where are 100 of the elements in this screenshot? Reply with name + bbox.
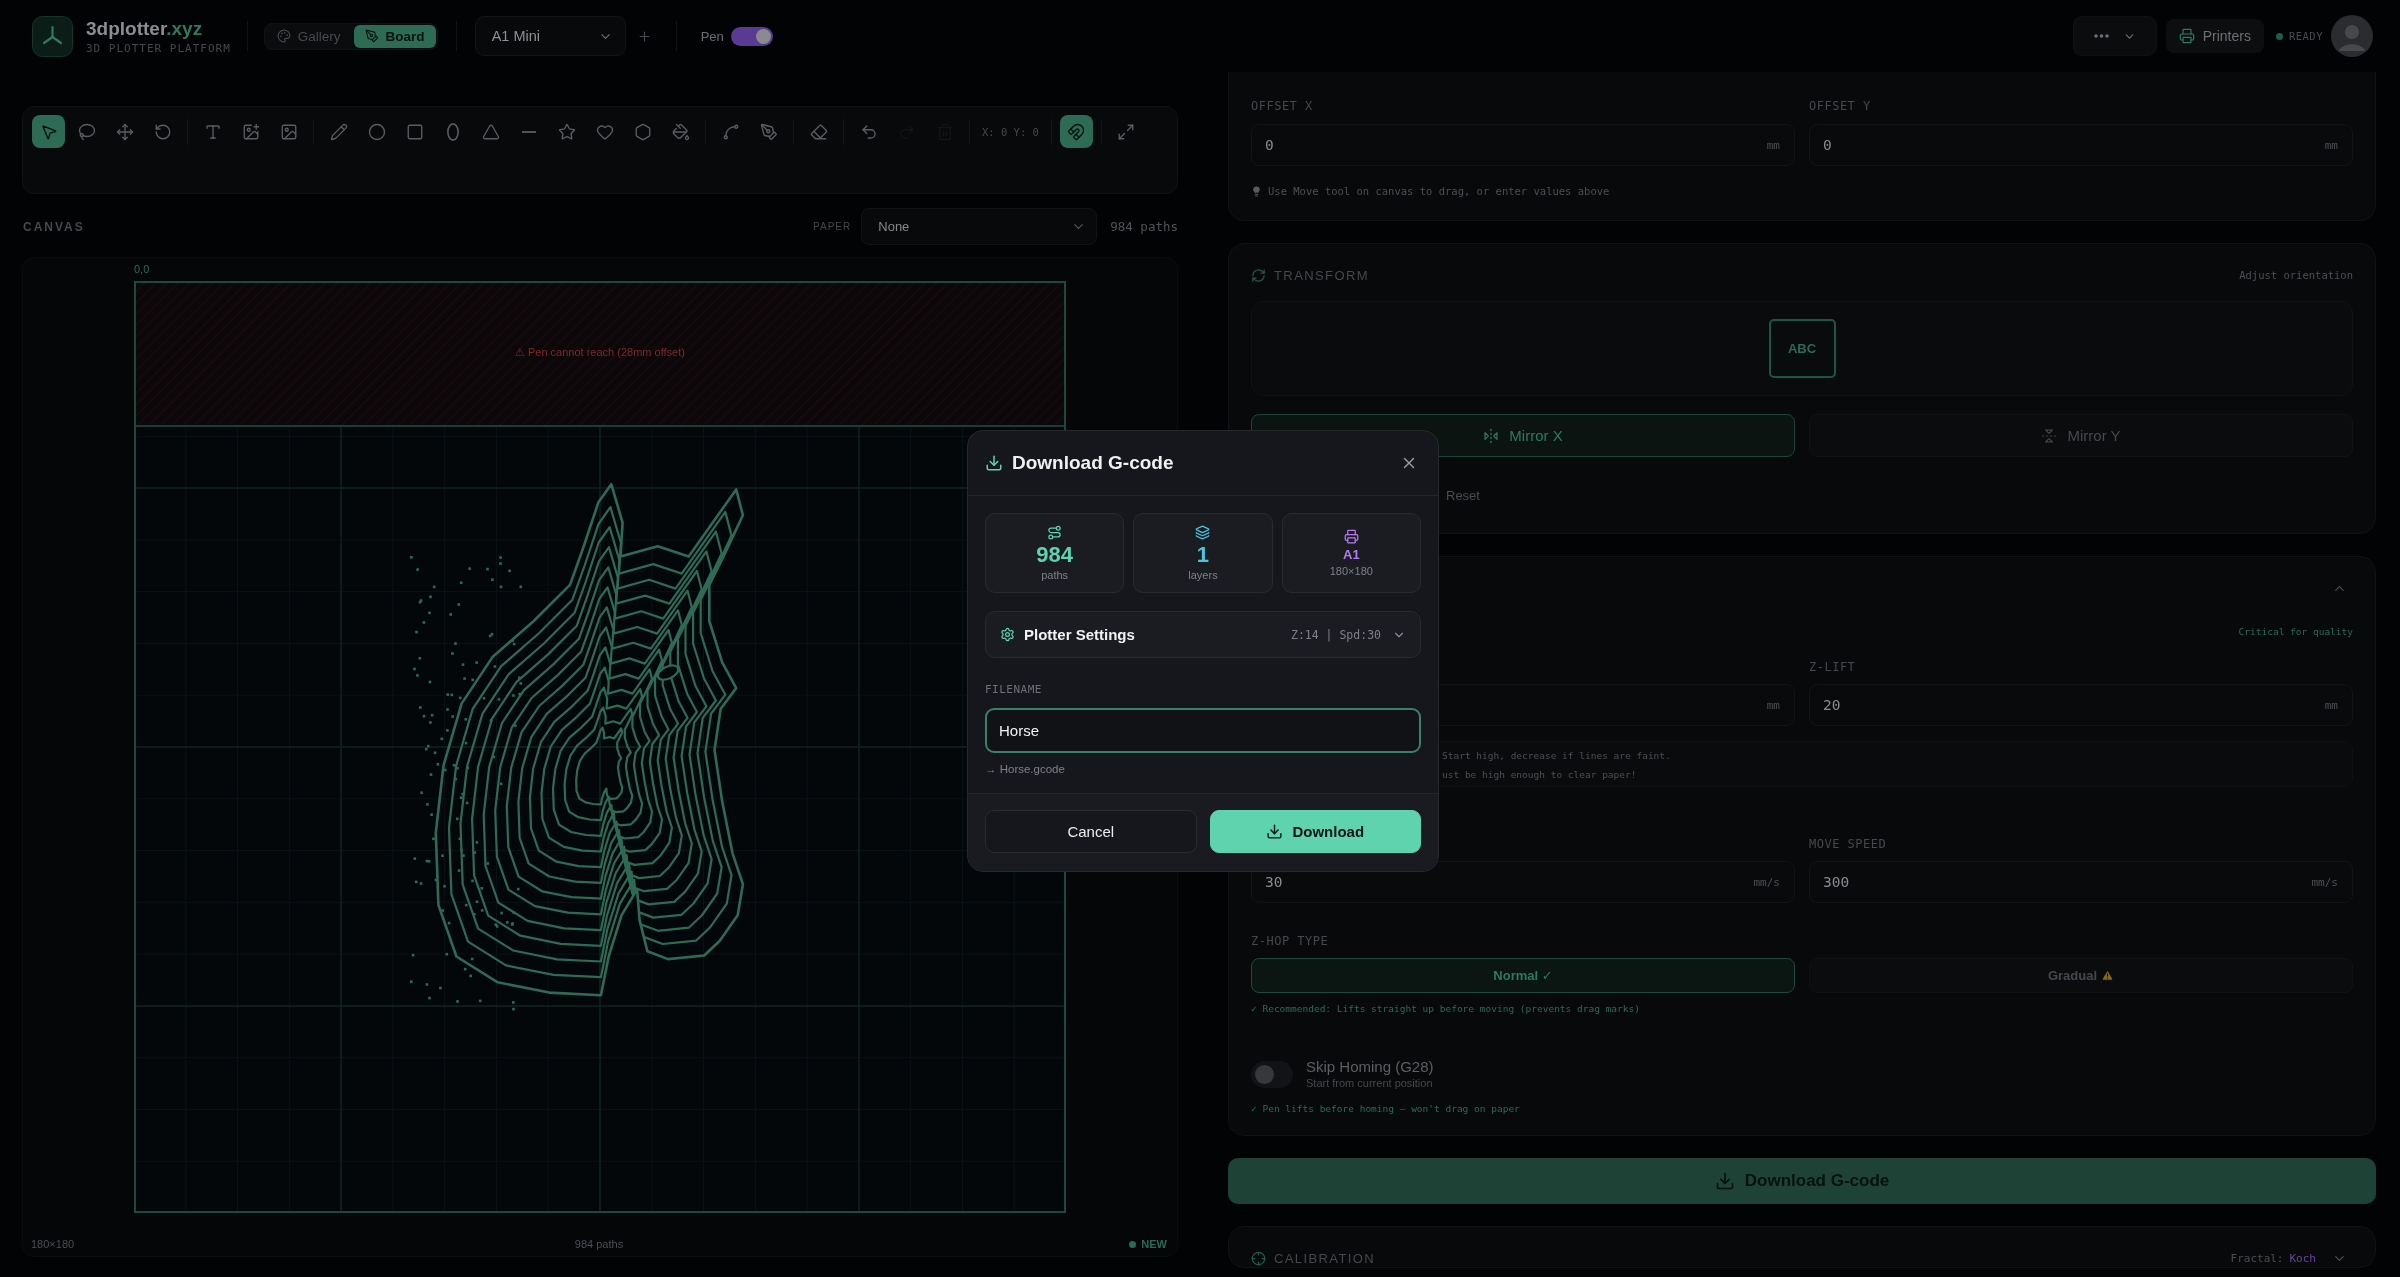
stat-caption: layers xyxy=(1188,568,1218,582)
input-field[interactable]: 0 mm xyxy=(1809,124,2353,166)
output-filename: → Horse.gcode xyxy=(985,762,1066,776)
hint-text: Use Move tool on canvas to drag, or enter values above xyxy=(1268,185,1610,197)
setting-description: Start from current position xyxy=(1306,1076,1434,1090)
stat-caption: paths xyxy=(1041,568,1069,582)
unit-label: mm xyxy=(2324,138,2338,152)
star-icon xyxy=(557,122,576,141)
move-icon xyxy=(115,122,134,141)
rotate-icon xyxy=(153,122,172,141)
flip-horizontal-icon xyxy=(1483,427,1500,444)
path-count: 984 paths xyxy=(1110,219,1178,234)
printer-select[interactable]: A1 Mini xyxy=(474,16,626,56)
hint-text: ✓ Pen lifts before homing — won't drag on paper xyxy=(1251,1102,1520,1114)
cancel-button[interactable]: Cancel xyxy=(985,810,1197,853)
paper-label: PAPER xyxy=(813,221,852,232)
card-subtitle: Adjust orientation xyxy=(2239,269,2353,281)
maximize-icon xyxy=(1117,122,1136,141)
circle-icon xyxy=(367,122,386,141)
lightbulb-icon xyxy=(1251,185,1262,197)
status-dot-icon xyxy=(2275,32,2283,40)
dialog-title: Download G-code xyxy=(1012,452,1174,474)
route-icon xyxy=(1047,524,1063,540)
pen-tool-icon xyxy=(759,122,778,141)
canvas-size: 180×180 xyxy=(31,1237,75,1251)
field-label: OFFSET Y xyxy=(1809,99,1872,114)
hint-text: ust be high enough to clear paper! xyxy=(1442,768,1638,782)
warning-text: ⚠ Pen cannot reach (28mm offset) xyxy=(515,346,685,358)
undo-icon xyxy=(859,122,878,141)
origin-label: 0,0 xyxy=(134,263,150,275)
app-tagline: 3D PLOTTER PLATFORM xyxy=(86,41,231,55)
printer-icon xyxy=(2178,28,2195,44)
printers-button[interactable]: Printers xyxy=(2165,19,2264,53)
status-text: NEW xyxy=(1141,1237,1167,1251)
paint-bucket-icon xyxy=(671,122,690,141)
input-field[interactable]: 0 mm xyxy=(1251,124,1795,166)
triangle-icon xyxy=(481,122,500,141)
card-title: TRANSFORM xyxy=(1274,267,1369,283)
tool-button[interactable] xyxy=(1059,115,1093,148)
square-icon xyxy=(405,122,424,141)
input-field[interactable]: 20 mm xyxy=(1809,684,2353,726)
canvas-path-count: 984 paths xyxy=(574,1237,624,1251)
ellipse-icon xyxy=(446,122,459,141)
filename-input[interactable]: Horse xyxy=(985,708,1421,753)
hint-text: ✓ Recommended: Lifts straight up before moving (prevents drag marks) xyxy=(1251,1002,1640,1014)
download-icon xyxy=(1266,823,1284,840)
unit-label: mm xyxy=(1766,698,1780,712)
stat-caption: 180×180 xyxy=(1329,564,1373,578)
refresh-icon xyxy=(1251,267,1266,283)
fractal-setting: Fractal: Koch xyxy=(2230,1251,2316,1265)
quality-note: Critical for quality xyxy=(2238,625,2353,637)
line-icon xyxy=(521,130,536,133)
setting-title: Skip Homing (G28) xyxy=(1306,1058,1434,1076)
pen-label: Pen xyxy=(700,28,724,44)
stat-value: A1 xyxy=(1343,546,1360,562)
layers-icon xyxy=(1195,524,1211,540)
plotter-settings-toggle[interactable]: Plotter Settings Z:14 | Spd:30 xyxy=(985,611,1421,658)
card-title: CALIBRATION xyxy=(1274,1250,1376,1266)
eraser-icon xyxy=(809,122,828,141)
user-avatar[interactable] xyxy=(2331,15,2373,57)
cursor-readout: X: 0 Y: 0 xyxy=(981,125,1040,138)
heart-icon xyxy=(595,122,614,141)
plus-icon[interactable] xyxy=(636,28,652,44)
preview-text: ABC xyxy=(1787,341,1817,356)
status-text: READY xyxy=(2288,30,2323,42)
printer-icon xyxy=(1343,528,1359,544)
field-label: Z-LIFT xyxy=(1809,660,1857,675)
option-button[interactable]: Normal ✓ xyxy=(1251,958,1795,993)
pen-toggle[interactable] xyxy=(730,26,773,46)
field-label: Z-HOP TYPE xyxy=(1251,934,1330,949)
input-field[interactable]: 30 mm/s xyxy=(1251,861,1795,903)
lasso-icon xyxy=(77,122,96,141)
settings-summary: Z:14 | Spd:30 xyxy=(1291,627,1381,642)
tool-button[interactable] xyxy=(32,115,65,148)
toggle-switch[interactable] xyxy=(1251,1060,1293,1088)
image-icon xyxy=(279,122,298,141)
hint-text: Start high, decrease if lines are faint. xyxy=(1442,749,1672,763)
more-icon xyxy=(2093,34,2109,38)
unit-label: mm xyxy=(2324,698,2338,712)
palette-icon xyxy=(276,29,291,43)
download-button[interactable]: Download xyxy=(1209,810,1421,853)
warning-icon xyxy=(2101,969,2115,982)
flip-vertical-icon xyxy=(2041,427,2058,444)
stat-value: 1 xyxy=(1196,541,1210,567)
settings-icon xyxy=(1000,627,1015,642)
pencil-icon xyxy=(329,122,348,141)
pointer-icon xyxy=(39,122,58,141)
download-icon xyxy=(1714,1171,1735,1191)
field-label: FILENAME xyxy=(985,683,1043,697)
status-dot-icon xyxy=(1129,1240,1137,1248)
crosshair-icon xyxy=(1251,1250,1266,1266)
paper-select[interactable]: None xyxy=(861,208,1098,245)
unit-label: mm/s xyxy=(1753,875,1780,889)
input-field[interactable]: 300 mm/s xyxy=(1809,861,2353,903)
app-name: 3dplotter.xyz xyxy=(86,17,204,40)
view-tab[interactable]: Board xyxy=(353,24,436,48)
download-icon xyxy=(985,454,1003,472)
curve-icon xyxy=(721,122,740,141)
magnet-icon xyxy=(1067,122,1086,141)
pen-tool-icon xyxy=(364,29,379,43)
